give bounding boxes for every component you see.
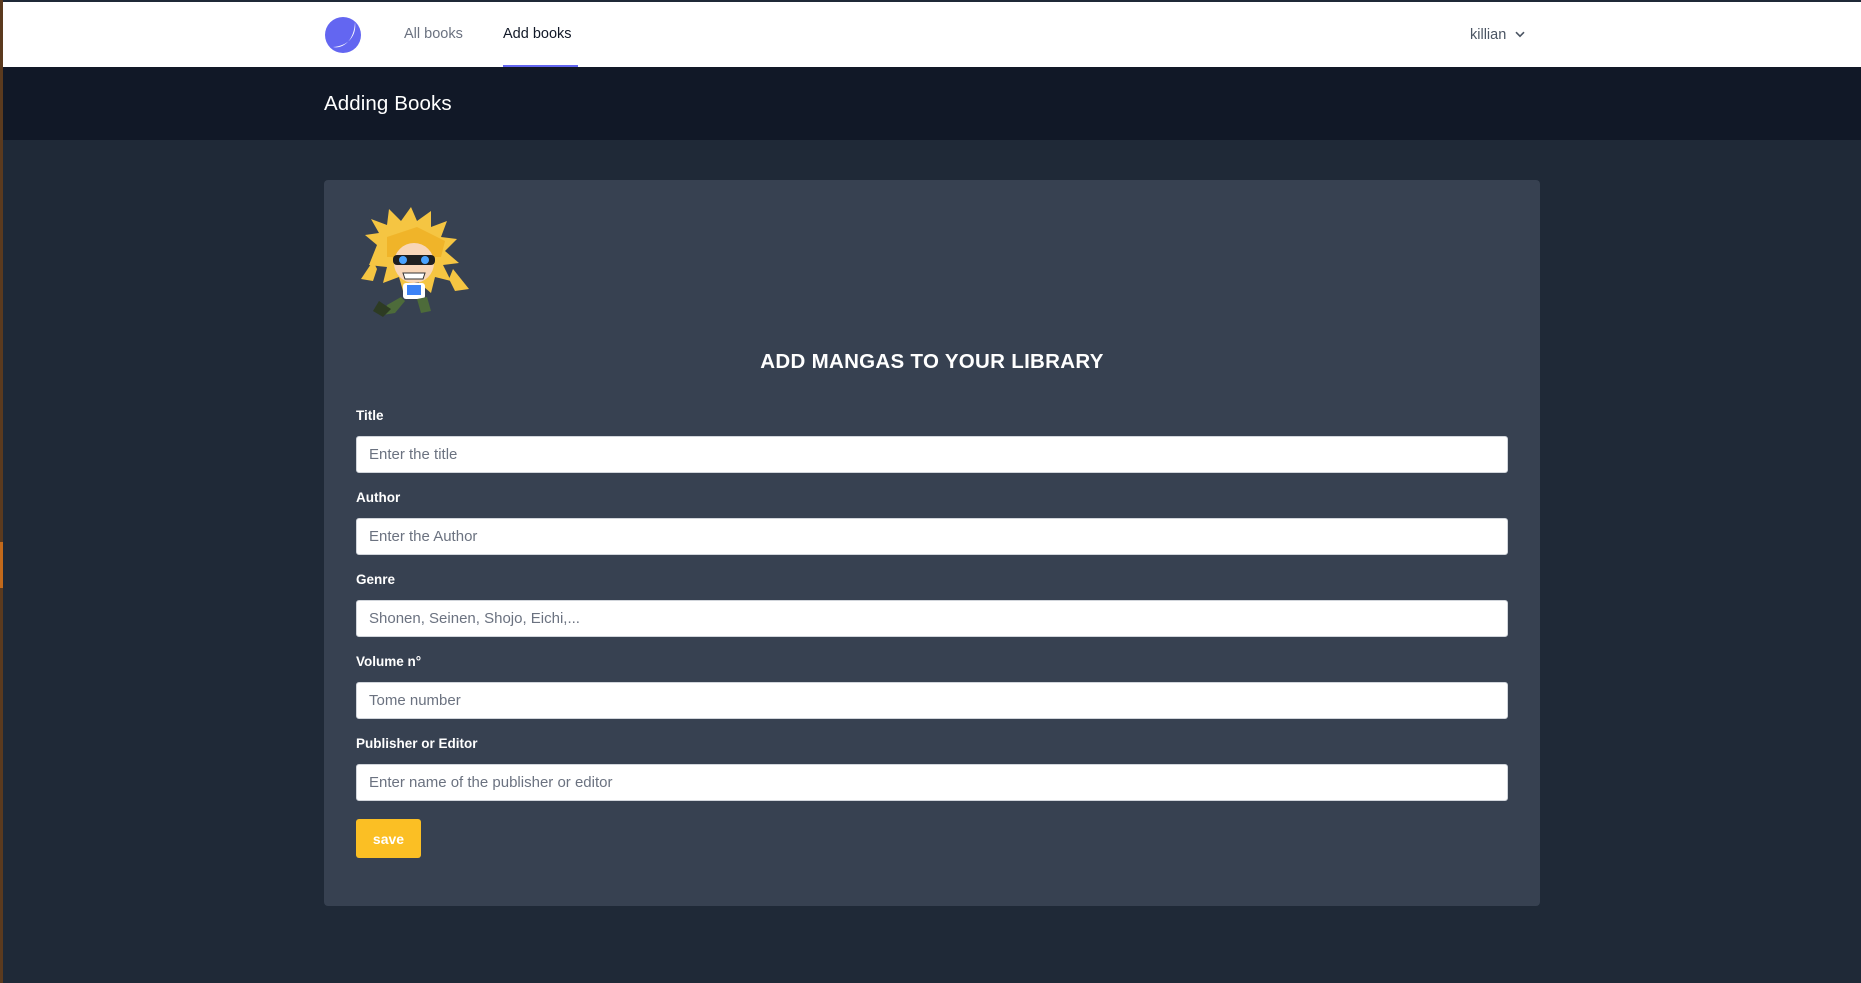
moon-logo-icon[interactable] [324, 16, 364, 54]
chibi-character-avatar [357, 205, 472, 320]
user-menu[interactable]: killian [1470, 2, 1525, 67]
chevron-down-icon [1515, 31, 1525, 38]
genre-label: Genre [356, 572, 396, 587]
user-name: killian [1470, 26, 1507, 43]
publisher-label: Publisher or Editor [356, 736, 478, 751]
form-heading: ADD MANGAS TO YOUR LIBRARY [760, 350, 1104, 373]
edge-marker [0, 542, 3, 588]
publisher-input[interactable] [356, 764, 1508, 801]
genre-input[interactable] [356, 600, 1508, 637]
title-label: Title [356, 408, 384, 423]
left-window-edge [0, 0, 3, 983]
top-navbar: All books Add books killian [3, 2, 1861, 67]
volume-label: Volume n° [356, 654, 422, 669]
add-book-form-card: ADD MANGAS TO YOUR LIBRARY Title Author … [324, 180, 1540, 906]
save-button[interactable]: save [356, 819, 421, 858]
author-label: Author [356, 490, 401, 505]
nav-link-add-books-label: Add books [503, 26, 572, 42]
page-title: Adding Books [324, 92, 452, 115]
nav-link-add-books[interactable]: Add books [503, 2, 578, 67]
author-input[interactable] [356, 518, 1508, 555]
nav-link-all-books[interactable]: All books [404, 2, 463, 67]
page-header: Adding Books [3, 67, 1861, 140]
volume-input[interactable] [356, 682, 1508, 719]
title-input[interactable] [356, 436, 1508, 473]
